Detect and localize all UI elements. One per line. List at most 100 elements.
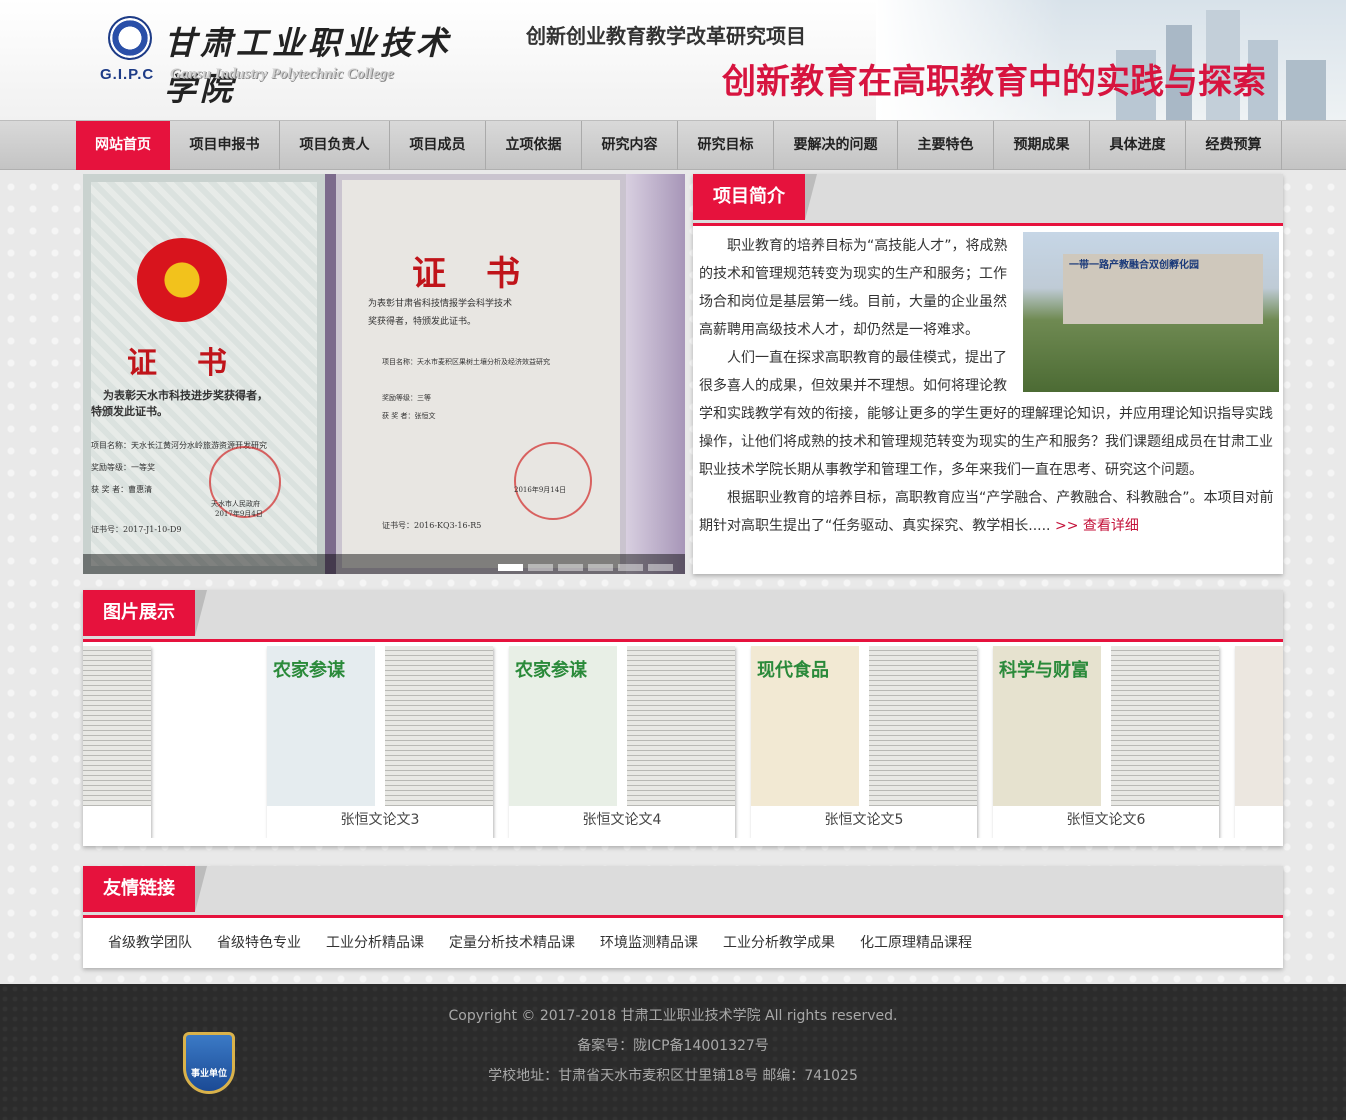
nav-item-3[interactable]: 项目成员 bbox=[390, 121, 486, 170]
gallery-item-4[interactable]: 科学与财富张恒文论文6 bbox=[993, 646, 1219, 838]
cert2-project: 项目名称：天水市麦积区果树土壤分析及经济效益研究 bbox=[382, 358, 550, 366]
gallery-image: 科学与财富 bbox=[993, 646, 1219, 806]
intro-text: 职业教育的培养目标为“高技能人才”，将成熟的技术和管理规范转变为现实的生产和服务… bbox=[699, 232, 1277, 540]
gallery-track: 现代食品张恒文论文2农家参谋张恒文论文3农家参谋张恒文论文4现代食品张恒文论文5… bbox=[83, 646, 1283, 838]
nav-item-6[interactable]: 研究目标 bbox=[678, 121, 774, 170]
cert2-line1: 为表彰甘肃省科技情报学会科学技术 bbox=[368, 299, 513, 309]
gallery-caption[interactable]: 张恒文论文2 bbox=[83, 809, 151, 829]
cert2-line2: 奖获得者，特颁发此证书。 bbox=[368, 317, 477, 327]
project-subtitle: 创新创业教育教学改革研究项目 bbox=[526, 24, 806, 48]
slider-dot-4[interactable] bbox=[618, 564, 643, 571]
gallery-caption[interactable]: 张恒文论文6 bbox=[993, 809, 1219, 829]
gallery-caption[interactable]: 社 bbox=[1235, 809, 1283, 829]
magazine-cover: 农家参谋 bbox=[267, 646, 375, 806]
cert2-seal-stamp bbox=[514, 442, 592, 520]
gallery-panel: 图片展示 现代食品张恒文论文2农家参谋张恒文论文3农家参谋张恒文论文4现代食品张… bbox=[83, 590, 1283, 846]
nav-item-2[interactable]: 项目负责人 bbox=[280, 121, 390, 170]
nav-item-5[interactable]: 研究内容 bbox=[582, 121, 678, 170]
slider-caption-bar bbox=[83, 554, 685, 574]
magazine-contents-page bbox=[869, 646, 977, 806]
gallery-item-3[interactable]: 现代食品张恒文论文5 bbox=[751, 646, 977, 838]
friend-link-0[interactable]: 省级教学团队 bbox=[108, 932, 192, 952]
friend-link-2[interactable]: 工业分析精品课 bbox=[326, 932, 424, 952]
logo-english-name: Gansu Industry Polytechnic College bbox=[170, 66, 394, 82]
links-panel-header: 友情链接 bbox=[83, 866, 1283, 918]
magazine-cover: 现代食品 bbox=[751, 646, 859, 806]
intro-paragraph-3: 根据职业教育的培养目标，高职教育应当“产学融合、产教融合、科教融合”。本项目对前… bbox=[699, 484, 1277, 540]
gallery-caption[interactable]: 张恒文论文3 bbox=[267, 809, 493, 829]
magazine-cover: 科学与财富 bbox=[993, 646, 1101, 806]
site-header: 甘肃工业职业技术学院 G.I.P.C Gansu Industry Polyte… bbox=[0, 0, 1346, 120]
cert1-date: 2017年9月4日 bbox=[215, 510, 263, 518]
nav-list: 网站首页 项目申报书 项目负责人 项目成员 立项依据 研究内容 研究目标 要解决的问题 主要特色… bbox=[76, 121, 1282, 170]
gallery-image: 现代食品 bbox=[751, 646, 977, 806]
gallery-image: 农家参谋 bbox=[267, 646, 493, 806]
links-panel: 友情链接 省级教学团队 省级特色专业 工业分析精品课 定量分析技术精品课 环境监测精品课… bbox=[83, 866, 1283, 968]
links-heading: 友情链接 bbox=[83, 866, 207, 912]
slider-dot-5[interactable] bbox=[648, 564, 673, 571]
gallery-item-1[interactable]: 农家参谋张恒文论文3 bbox=[267, 646, 493, 838]
certificate-image-2: 证书 为表彰甘肃省科技情报学会科学技术 奖获得者，特颁发此证书。 项目名称：天水… bbox=[336, 174, 626, 574]
cert1-line1: 为表彰天水市科技进步奖获得者， bbox=[103, 389, 268, 402]
slider-dot-0[interactable] bbox=[498, 564, 523, 571]
slider-dot-2[interactable] bbox=[558, 564, 583, 571]
national-emblem-icon bbox=[137, 238, 227, 322]
slider-dot-3[interactable] bbox=[588, 564, 613, 571]
gallery-caption[interactable]: 张恒文论文5 bbox=[751, 809, 977, 829]
friend-link-4[interactable]: 环境监测精品课 bbox=[600, 932, 698, 952]
friend-link-6[interactable]: 化工原理精品课程 bbox=[860, 932, 972, 952]
cert1-title: 证书 bbox=[127, 346, 267, 381]
gallery-item-5[interactable]: 社 bbox=[1235, 646, 1283, 838]
slider-dots bbox=[498, 564, 673, 571]
magazine-cover: 农家参谋 bbox=[509, 646, 617, 806]
friend-links: 省级教学团队 省级特色专业 工业分析精品课 定量分析技术精品课 环境监测精品课 工业分析教… bbox=[108, 932, 972, 952]
magazine-title: 科学与财富 bbox=[999, 660, 1089, 681]
footer-copyright: Copyright © 2017-2018 甘肃工业职业技术学院 All rig… bbox=[448, 1008, 898, 1024]
gallery-item-2[interactable]: 农家参谋张恒文论文4 bbox=[509, 646, 735, 838]
friend-link-1[interactable]: 省级特色专业 bbox=[217, 932, 301, 952]
certificate-slider[interactable]: 证书 为表彰天水市科技进步奖获得者， 特颁发此证书。 项目名称：天水长江黄河分水… bbox=[83, 174, 685, 574]
nav-item-4[interactable]: 立项依据 bbox=[486, 121, 582, 170]
gallery-item-0[interactable]: 现代食品张恒文论文2 bbox=[83, 646, 151, 838]
magazine-title: 现代食品 bbox=[757, 660, 829, 681]
intro-more-link[interactable]: >> 查看详细 bbox=[1055, 518, 1139, 534]
nav-item-9[interactable]: 预期成果 bbox=[994, 121, 1090, 170]
certificate-image-1: 证书 为表彰天水市科技进步奖获得者， 特颁发此证书。 项目名称：天水长江黄河分水… bbox=[83, 174, 325, 574]
gallery-image: 现代食品 bbox=[83, 646, 151, 806]
cert1-level: 奖励等级：一等奖 bbox=[91, 463, 155, 472]
nav-item-11[interactable]: 经费预算 bbox=[1186, 121, 1282, 170]
gallery-image bbox=[1235, 646, 1283, 806]
cert2-level: 奖励等级：三等 bbox=[382, 394, 431, 402]
public-institution-badge-icon[interactable]: 事业单位 bbox=[183, 1032, 235, 1094]
badge-label: 事业单位 bbox=[190, 1069, 227, 1079]
cert2-number: 证书号：2016-KQ3-16-R5 bbox=[382, 521, 482, 530]
cert2-title: 证书 bbox=[412, 254, 560, 294]
nav-item-10[interactable]: 具体进度 bbox=[1090, 121, 1186, 170]
cert1-number: 证书号：2017-J1-10-D9 bbox=[91, 525, 182, 534]
certificate-image-3-edge bbox=[626, 174, 685, 574]
intro-panel-header: 项目简介 bbox=[693, 174, 1283, 226]
nav-item-1[interactable]: 项目申报书 bbox=[170, 121, 280, 170]
friend-link-5[interactable]: 工业分析教学成果 bbox=[723, 932, 835, 952]
nav-item-0[interactable]: 网站首页 bbox=[76, 121, 170, 170]
intro-heading: 项目简介 bbox=[693, 174, 817, 220]
nav-item-7[interactable]: 要解决的问题 bbox=[774, 121, 898, 170]
college-logo[interactable]: 甘肃工业职业技术学院 G.I.P.C Gansu Industry Polyte… bbox=[100, 12, 460, 108]
magazine-contents-page bbox=[83, 646, 151, 806]
friend-link-3[interactable]: 定量分析技术精品课 bbox=[449, 932, 575, 952]
magazine-contents-page bbox=[1111, 646, 1219, 806]
gallery-caption[interactable]: 张恒文论文4 bbox=[509, 809, 735, 829]
magazine-title: 农家参谋 bbox=[273, 660, 345, 681]
logo-chinese-name: 甘肃工业职业技术学院 bbox=[164, 24, 453, 108]
gallery-image: 农家参谋 bbox=[509, 646, 735, 806]
slider-dot-1[interactable] bbox=[528, 564, 553, 571]
nav-item-8[interactable]: 主要特色 bbox=[898, 121, 994, 170]
logo-abbreviation: G.I.P.C bbox=[100, 66, 155, 83]
gallery-heading: 图片展示 bbox=[83, 590, 207, 636]
cert1-winner: 获 奖 者：曹惠清 bbox=[91, 485, 153, 494]
site-slogan: 创新教育在高职教育中的实践与探索 bbox=[722, 62, 1266, 102]
intro-paragraph-3-text: 根据职业教育的培养目标，高职教育应当“产学融合、产教融合、科教融合”。本项目对前… bbox=[699, 490, 1274, 534]
gallery-panel-header: 图片展示 bbox=[83, 590, 1283, 642]
site-footer: Copyright © 2017-2018 甘肃工业职业技术学院 All rig… bbox=[0, 984, 1346, 1120]
magazine-contents-page bbox=[627, 646, 735, 806]
